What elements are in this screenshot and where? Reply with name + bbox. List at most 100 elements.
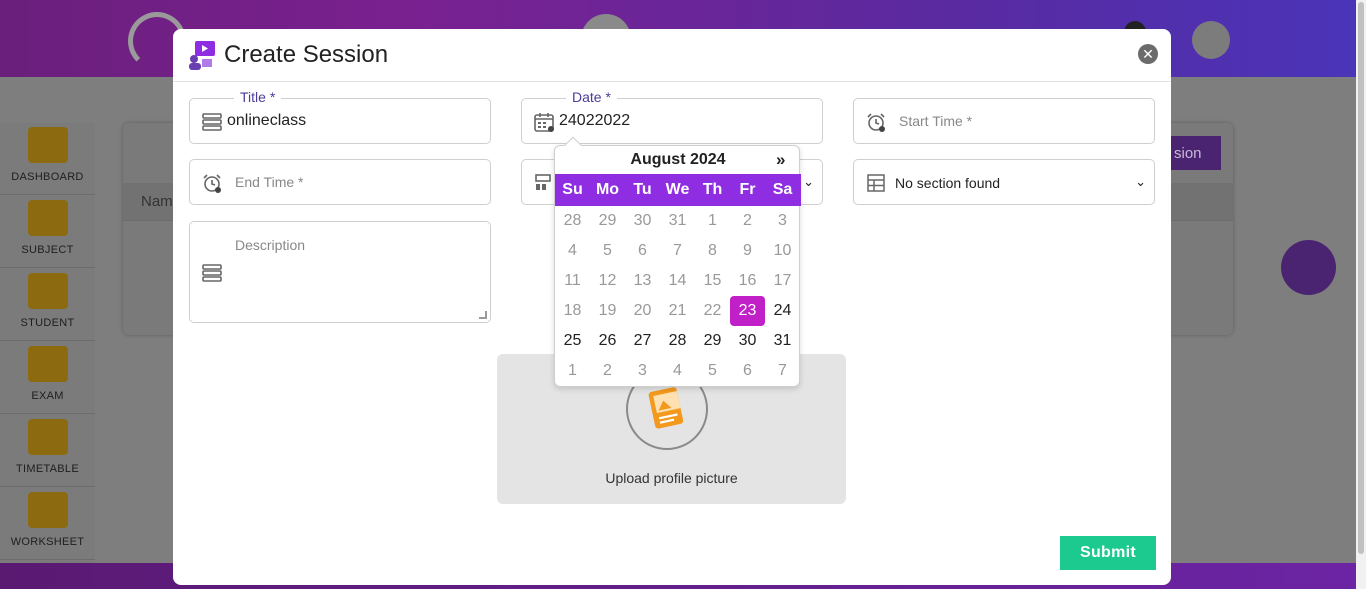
sidebar-item-student[interactable]: STUDENT	[0, 269, 95, 341]
day-cell[interactable]: 10	[765, 236, 800, 266]
day-cell[interactable]: 11	[555, 266, 590, 296]
close-icon[interactable]: ✕	[1138, 44, 1158, 64]
day-cell[interactable]: 29	[590, 206, 625, 236]
weekday-label: Su	[562, 181, 583, 198]
worksheet-icon	[27, 492, 68, 528]
weekday-label: Fr	[739, 181, 756, 198]
datepicker-month[interactable]: August 2024	[555, 151, 801, 169]
alarm-clock-icon	[203, 174, 221, 193]
day-cell[interactable]: 3	[765, 206, 800, 236]
day-cell[interactable]: 2	[590, 356, 625, 386]
day-cell[interactable]: 13	[625, 266, 660, 296]
end-time-field[interactable]: End Time *	[189, 159, 491, 205]
datepicker-week: 4 5 6 7 8 9 10	[555, 236, 801, 266]
weekday-label: We	[665, 181, 690, 198]
sidebar-item-timetable[interactable]: TIMETABLE	[0, 415, 95, 487]
sidebar-item-label: WORKSHEET	[10, 536, 85, 548]
weekday-label: Mo	[595, 181, 620, 198]
day-cell[interactable]: 29	[695, 326, 730, 356]
sidebar: DASHBOARD SUBJECT STUDENT EXAM TIMETABLE…	[0, 123, 95, 563]
weekday-label: Th	[702, 181, 723, 198]
modal-title: Create Session	[224, 41, 389, 68]
day-cell[interactable]: 18	[555, 296, 590, 326]
list-icon	[202, 264, 222, 282]
day-cell[interactable]: 25	[555, 326, 590, 356]
day-cell[interactable]: 31	[765, 326, 800, 356]
date-label: Date *	[566, 89, 617, 105]
video-session-icon	[189, 41, 215, 70]
start-time-input[interactable]: Start Time *	[899, 113, 972, 129]
chevron-down-icon: ⌄	[1135, 174, 1146, 189]
create-session-button[interactable]: sion	[1168, 136, 1221, 170]
day-cell[interactable]: 31	[660, 206, 695, 236]
day-cell[interactable]: 2	[730, 206, 765, 236]
day-cell[interactable]: 22	[695, 296, 730, 326]
day-cell[interactable]: 12	[590, 266, 625, 296]
day-cell[interactable]: 5	[695, 356, 730, 386]
day-cell[interactable]: 16	[730, 266, 765, 296]
sidebar-item-subject[interactable]: SUBJECT	[0, 196, 95, 268]
day-cell[interactable]: 6	[730, 356, 765, 386]
title-label: Title *	[234, 89, 282, 105]
date-input[interactable]: 24022022	[559, 112, 630, 130]
classroom-icon	[535, 174, 551, 190]
datepicker-week: 28 29 30 31 1 2 3	[555, 206, 801, 236]
day-cell[interactable]: 14	[660, 266, 695, 296]
day-cell[interactable]: 1	[555, 356, 590, 386]
datepicker: August 2024 » Su Mo Tu We Th Fr Sa 28 29 3…	[554, 136, 801, 387]
day-cell[interactable]: 30	[625, 206, 660, 236]
day-cell[interactable]: 30	[730, 326, 765, 356]
edit-fab-button[interactable]	[1281, 240, 1336, 295]
section-select[interactable]: No section found ⌄	[853, 159, 1155, 205]
submit-button[interactable]: Submit	[1060, 536, 1156, 570]
next-month-button[interactable]: »	[776, 150, 785, 170]
day-cell[interactable]: 28	[555, 206, 590, 236]
exam-icon	[27, 346, 68, 382]
resize-handle[interactable]	[479, 311, 487, 319]
end-time-input[interactable]: End Time *	[235, 174, 303, 190]
day-cell[interactable]: 28	[660, 326, 695, 356]
upload-label: Upload profile picture	[605, 470, 738, 486]
description-field[interactable]: Description	[189, 221, 491, 323]
day-cell[interactable]: 7	[660, 236, 695, 266]
day-cell[interactable]: 26	[590, 326, 625, 356]
day-cell[interactable]: 20	[625, 296, 660, 326]
scrollbar-thumb[interactable]	[1358, 2, 1364, 554]
day-cell[interactable]: 6	[625, 236, 660, 266]
date-field[interactable]: Date * 24022022	[521, 89, 823, 144]
sidebar-item-exam[interactable]: EXAM	[0, 342, 95, 414]
day-cell[interactable]: 3	[625, 356, 660, 386]
day-cell[interactable]: 23	[730, 296, 765, 326]
day-cell[interactable]: 4	[660, 356, 695, 386]
datepicker-days: 28 29 30 31 1 2 3 4 5 6 7 8 9 10 11 12 13 14 15 16 17 18 19 20 2…	[555, 206, 801, 386]
sidebar-item-label: SUBJECT	[21, 244, 74, 256]
day-cell[interactable]: 5	[590, 236, 625, 266]
day-cell[interactable]: 8	[695, 236, 730, 266]
description-input[interactable]: Description	[235, 237, 305, 253]
sidebar-item-dashboard[interactable]: DASHBOARD	[0, 123, 95, 195]
sidebar-item-worksheet[interactable]: WORKSHEET	[0, 488, 95, 560]
day-cell[interactable]: 15	[695, 266, 730, 296]
day-cell[interactable]: 24	[765, 296, 800, 326]
weekday-header: Su Mo Tu We Th Fr Sa	[555, 174, 801, 206]
day-cell[interactable]: 9	[730, 236, 765, 266]
book-icon	[27, 200, 68, 236]
day-cell[interactable]: 21	[660, 296, 695, 326]
title-input[interactable]: onlineclass	[227, 112, 306, 130]
datepicker-week: 25 26 27 28 29 30 31	[555, 326, 801, 356]
day-cell[interactable]: 27	[625, 326, 660, 356]
table-header-name: Nam	[141, 193, 173, 210]
day-cell[interactable]: 1	[695, 206, 730, 236]
title-field[interactable]: Title * onlineclass	[189, 89, 491, 144]
sidebar-item-label: EXAM	[31, 390, 64, 402]
user-avatar[interactable]	[1192, 21, 1230, 59]
day-cell[interactable]: 4	[555, 236, 590, 266]
start-time-field[interactable]: Start Time *	[853, 98, 1155, 144]
datepicker-week: 11 12 13 14 15 16 17	[555, 266, 801, 296]
page-scrollbar[interactable]	[1356, 0, 1366, 589]
day-cell[interactable]: 19	[590, 296, 625, 326]
day-cell[interactable]: 17	[765, 266, 800, 296]
day-cell[interactable]: 7	[765, 356, 800, 386]
sidebar-item-label: STUDENT	[20, 317, 75, 329]
calendar-icon	[534, 113, 554, 132]
